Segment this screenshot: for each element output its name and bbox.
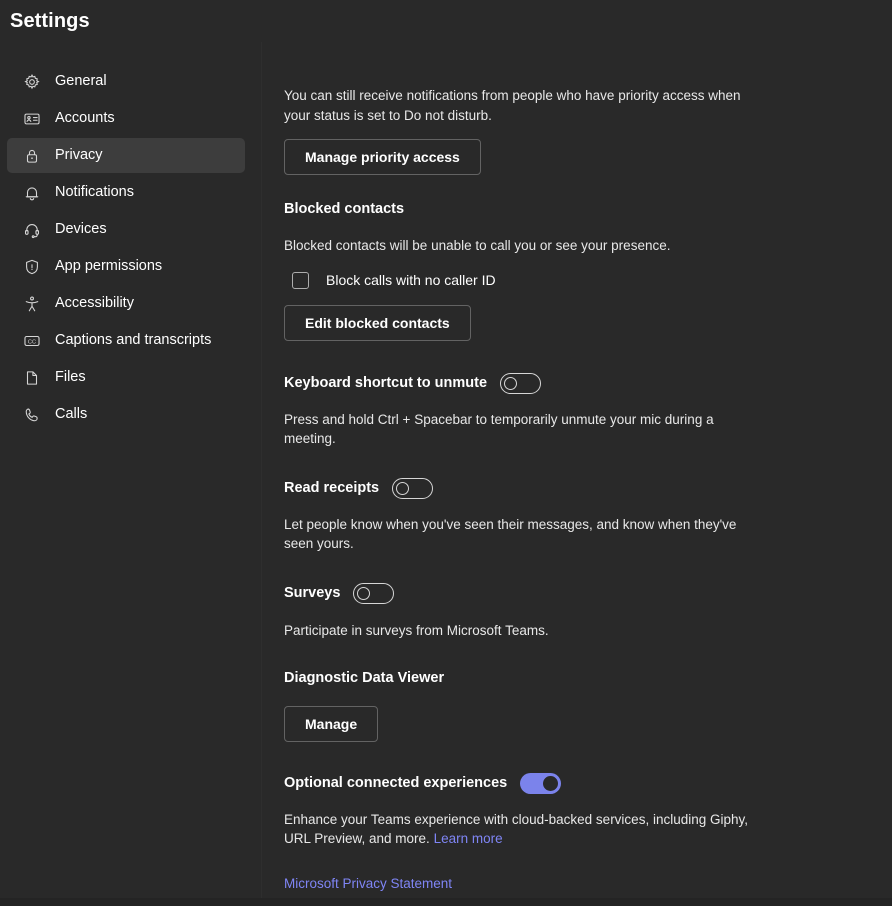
sidebar-item-calls[interactable]: Calls: [7, 397, 245, 432]
keyboard-shortcut-description: Press and hold Ctrl + Spacebar to tempor…: [284, 411, 714, 447]
bell-icon: [22, 183, 42, 203]
read-receipts-description: Let people know when you've seen their m…: [284, 516, 737, 552]
optional-connected-experiences-heading: Optional connected experiences: [284, 774, 508, 791]
gear-icon: [22, 72, 42, 92]
surveys-row: Surveys: [284, 582, 892, 604]
microsoft-privacy-statement-link[interactable]: Microsoft Privacy Statement: [284, 876, 452, 891]
sidebar-item-label: Captions and transcripts: [55, 332, 212, 349]
sidebar-item-label: General: [55, 73, 107, 90]
block-calls-no-caller-id-label: Block calls with no caller ID: [326, 272, 496, 289]
lock-icon: [22, 146, 42, 166]
file-icon: [22, 368, 42, 388]
optional-connected-experiences-description-text: Enhance your Teams experience with cloud…: [284, 811, 748, 847]
manage-diagnostic-data-button[interactable]: Manage: [284, 705, 379, 742]
surveys-heading: Surveys: [284, 584, 341, 601]
sidebar-item-app-permissions[interactable]: App permissions: [7, 249, 245, 284]
closed-caption-icon: CC: [22, 331, 42, 351]
settings-window: Settings General Accounts Privacy Notifi…: [0, 0, 892, 906]
read-receipts-row: Read receipts: [284, 477, 892, 499]
sidebar-item-label: Privacy: [55, 147, 103, 164]
sidebar-item-privacy[interactable]: Privacy: [7, 138, 245, 173]
sidebar-item-files[interactable]: Files: [7, 360, 245, 395]
blocked-contacts-heading: Blocked contacts: [284, 201, 405, 217]
phone-icon: [22, 405, 42, 425]
headset-icon: [22, 220, 42, 240]
block-calls-no-caller-id-checkbox[interactable]: [292, 271, 309, 289]
sidebar-item-label: Calls: [55, 406, 88, 423]
block-calls-no-caller-id-row[interactable]: Block calls with no caller ID: [292, 271, 892, 289]
surveys-toggle[interactable]: [353, 582, 395, 604]
toggle-knob: [543, 775, 559, 791]
diagnostic-data-viewer-heading: Diagnostic Data Viewer: [284, 670, 445, 687]
optional-connected-experiences-description: Enhance your Teams experience with cloud…: [284, 810, 769, 849]
window-header: Settings: [0, 0, 892, 42]
sidebar-item-notifications[interactable]: Notifications: [7, 175, 245, 210]
manage-priority-access-button[interactable]: Manage priority access: [284, 139, 481, 175]
surveys-description: Participate in surveys from Microsoft Te…: [284, 622, 549, 638]
settings-body: General Accounts Privacy Notifications D…: [0, 42, 892, 906]
keyboard-shortcut-heading: Keyboard shortcut to unmute: [284, 374, 488, 391]
edit-blocked-contacts-button[interactable]: Edit blocked contacts: [284, 304, 471, 341]
settings-sidebar: General Accounts Privacy Notifications D…: [0, 42, 262, 906]
learn-more-link[interactable]: Learn more: [434, 831, 503, 846]
sidebar-item-devices[interactable]: Devices: [7, 212, 245, 247]
privacy-settings-panel: You can still receive notifications from…: [262, 42, 892, 906]
priority-access-description: You can still receive notifications from…: [284, 88, 741, 123]
sidebar-item-label: Notifications: [55, 184, 134, 201]
sidebar-item-label: Files: [55, 369, 86, 386]
id-card-icon: [22, 109, 42, 129]
optional-connected-experiences-row: Optional connected experiences: [284, 772, 892, 794]
sidebar-item-accounts[interactable]: Accounts: [7, 101, 245, 136]
sidebar-item-general[interactable]: General: [7, 64, 245, 99]
page-title: Settings: [10, 9, 90, 32]
keyboard-shortcut-row: Keyboard shortcut to unmute: [284, 372, 892, 394]
sidebar-item-label: Accounts: [55, 110, 115, 127]
sidebar-item-label: Accessibility: [55, 295, 134, 312]
keyboard-shortcut-toggle[interactable]: [500, 372, 542, 394]
window-footer-bar: [0, 898, 892, 906]
sidebar-item-accessibility[interactable]: Accessibility: [7, 286, 245, 321]
sidebar-item-label: App permissions: [55, 258, 163, 275]
accessibility-icon: [22, 294, 42, 314]
svg-text:CC: CC: [28, 339, 36, 345]
blocked-contacts-description: Blocked contacts will be unable to call …: [284, 238, 671, 254]
toggle-knob: [357, 586, 371, 600]
toggle-knob: [504, 376, 518, 390]
read-receipts-heading: Read receipts: [284, 479, 380, 496]
sidebar-item-label: Devices: [55, 221, 107, 238]
read-receipts-toggle[interactable]: [392, 477, 434, 499]
toggle-knob: [396, 481, 410, 495]
shield-icon: [22, 257, 42, 277]
sidebar-item-captions-and-transcripts[interactable]: CC Captions and transcripts: [7, 323, 245, 358]
optional-connected-experiences-toggle[interactable]: [520, 772, 562, 794]
